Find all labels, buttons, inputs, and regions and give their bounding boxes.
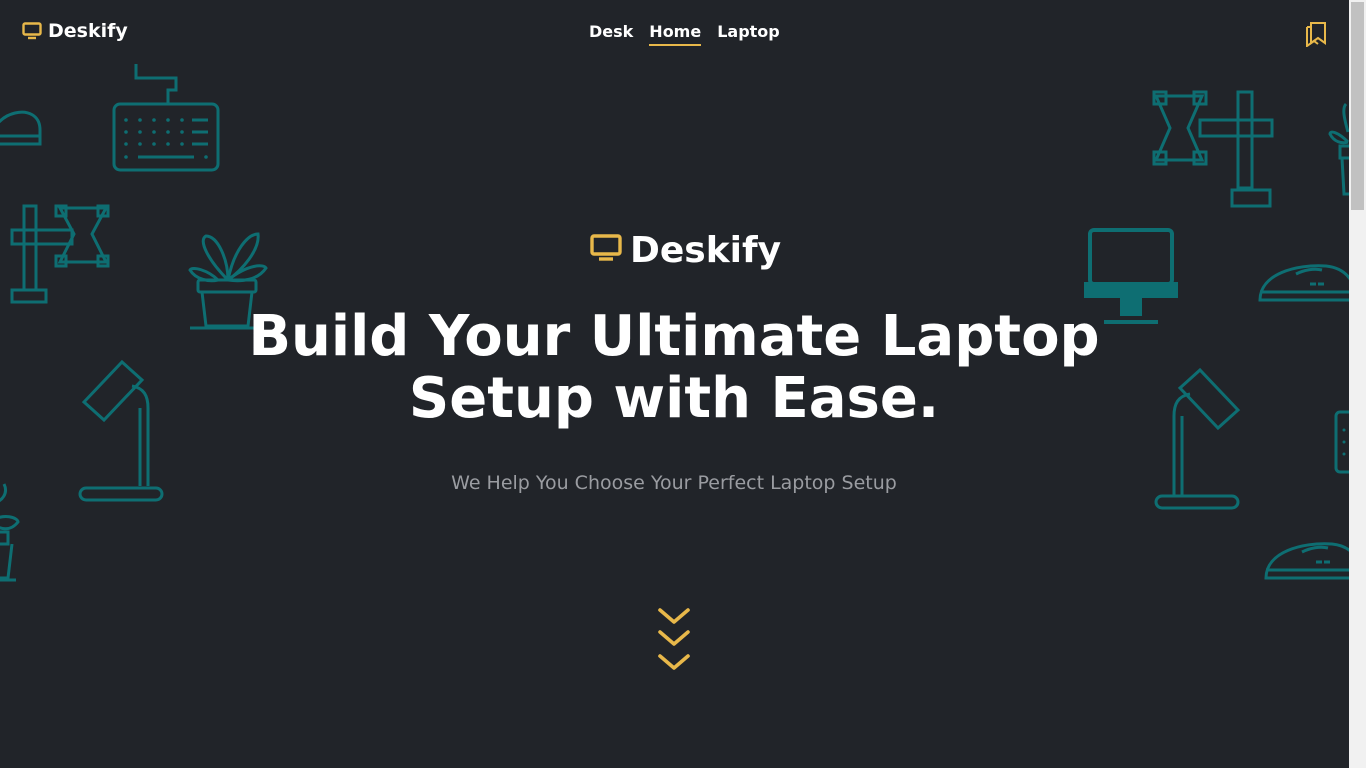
vertical-scrollbar[interactable] xyxy=(1349,0,1366,768)
hero-brand-name: Deskify xyxy=(630,230,782,271)
hero-headline: Build Your Ultimate Laptop Setup with Ea… xyxy=(224,306,1124,430)
scrollbar-thumb[interactable] xyxy=(1351,2,1364,210)
monitor-icon xyxy=(590,230,622,271)
monitor-arm-decoration-icon xyxy=(1152,90,1276,212)
desk-lamp-decoration-icon xyxy=(1154,366,1244,514)
plant-decoration-icon xyxy=(0,482,22,582)
desk-lamp-decoration-icon xyxy=(78,358,168,506)
keyboard-decoration-icon xyxy=(1334,410,1349,474)
mouse-decoration-icon xyxy=(1262,540,1349,584)
monitor-icon xyxy=(22,22,42,40)
bookmark-icon xyxy=(1304,22,1328,51)
page: Deskify Desk Home Laptop Deskify Build Y… xyxy=(0,0,1349,768)
nav-item-laptop[interactable]: Laptop xyxy=(717,22,780,46)
hero-subheadline: We Help You Choose Your Perfect Laptop S… xyxy=(451,472,897,494)
bookmark-button[interactable] xyxy=(1304,21,1328,51)
keyboard-decoration-icon xyxy=(112,64,222,174)
nav-item-home[interactable]: Home xyxy=(649,22,702,46)
chevrons-down-icon xyxy=(657,608,691,682)
brand-name: Deskify xyxy=(48,20,128,42)
hero-headline-line1: Build Your Ultimate Laptop xyxy=(248,304,1100,369)
hero-logo: Deskify xyxy=(590,230,781,271)
brand-logo[interactable]: Deskify xyxy=(22,20,128,42)
hero-headline-line2: Setup with Ease. xyxy=(408,366,940,431)
main-nav: Desk Home Laptop xyxy=(589,22,780,46)
scroll-down-button[interactable] xyxy=(657,606,691,682)
nav-item-desk[interactable]: Desk xyxy=(589,22,633,46)
mouse-decoration-icon xyxy=(1256,262,1349,306)
mouse-decoration-icon xyxy=(0,100,44,148)
plant-decoration-icon xyxy=(1328,102,1349,198)
monitor-arm-decoration-icon xyxy=(10,204,114,306)
